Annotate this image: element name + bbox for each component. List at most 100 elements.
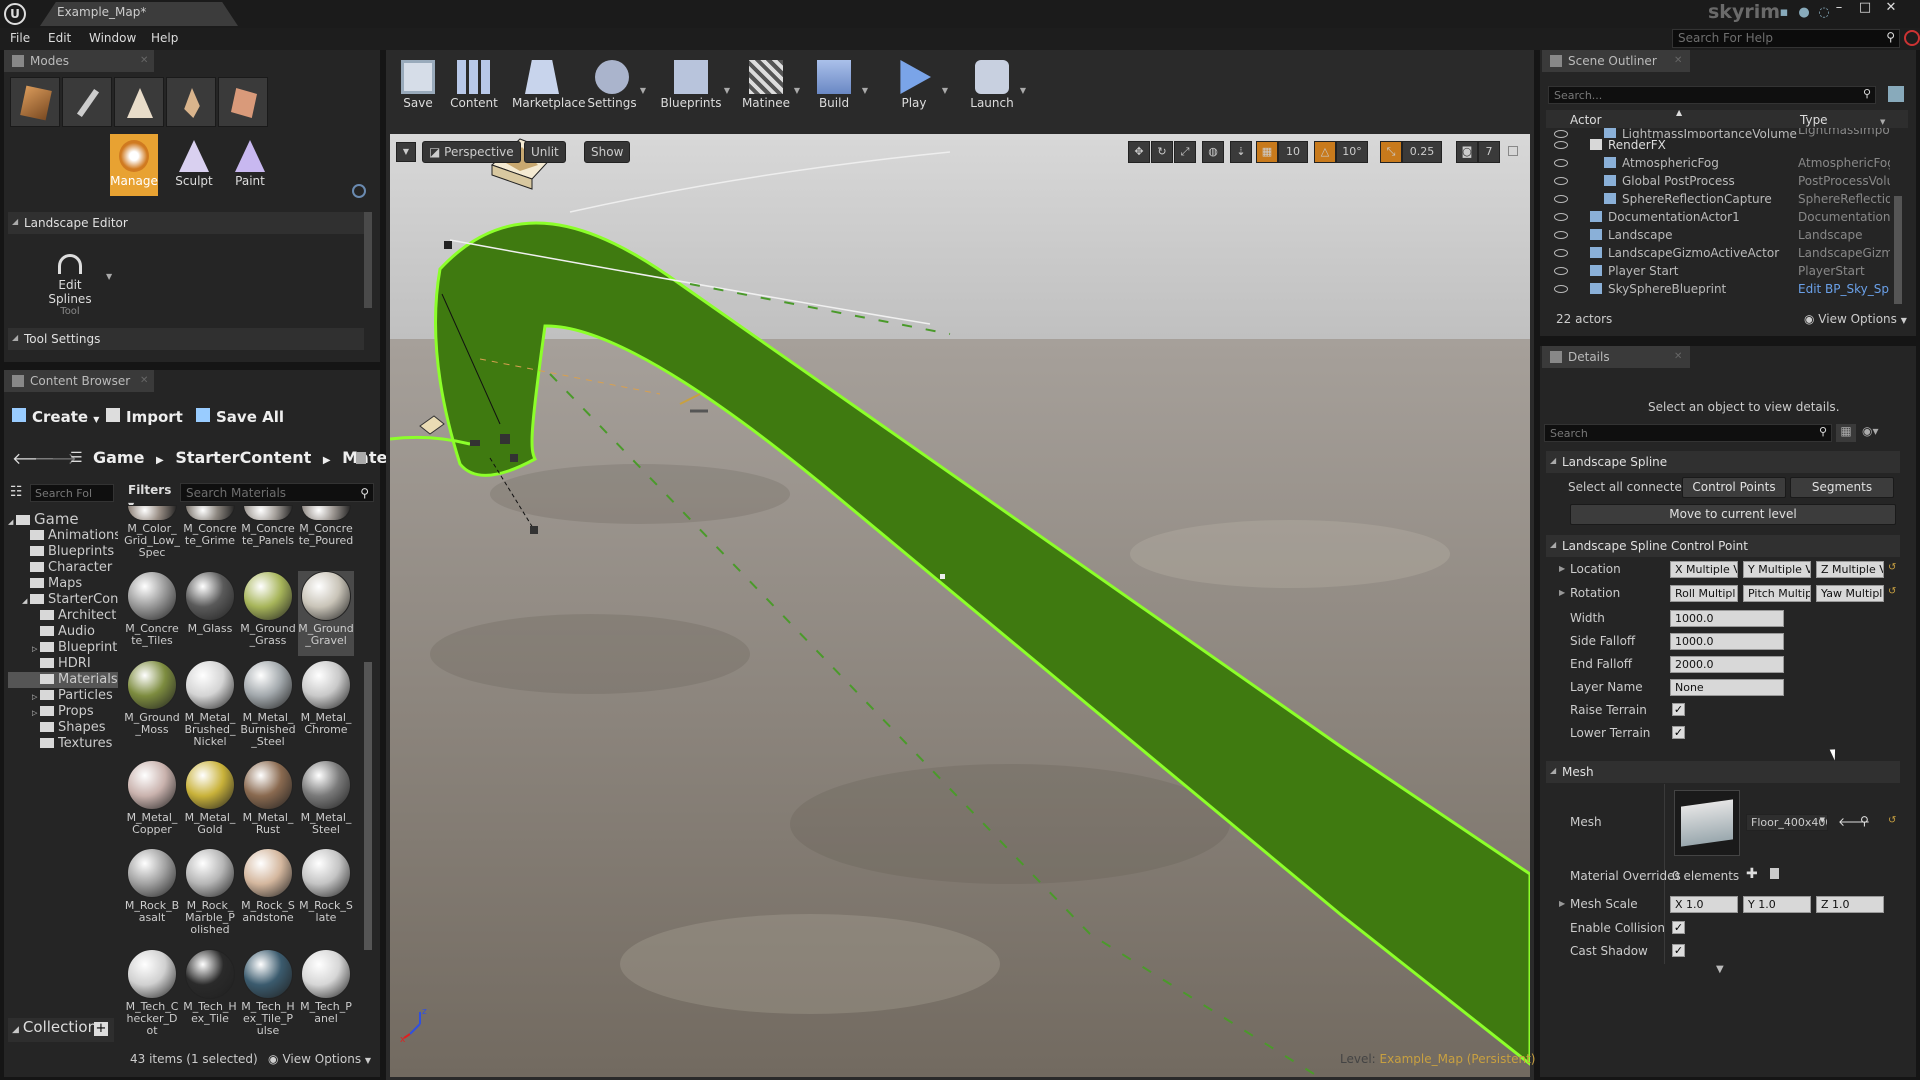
matinee-button[interactable]: Matinee ▼	[738, 52, 800, 120]
collapsed-arrow-icon[interactable]: ▷	[32, 709, 40, 717]
spline-control-point[interactable]	[470, 440, 480, 446]
paint-tool-button[interactable]: Paint	[226, 134, 274, 196]
outliner-row[interactable]: Global PostProcess PostProcessVolu	[1540, 174, 1890, 192]
control-point-section[interactable]: Landscape Spline Control Point	[1546, 535, 1900, 557]
expand-icon[interactable]: ▶	[1559, 564, 1565, 573]
reset-to-default-icon[interactable]: ↺	[1888, 815, 1896, 826]
outliner-row[interactable]: AtmosphericFog AtmosphericFog	[1540, 156, 1890, 174]
mesh-selector[interactable]: Floor_400x400 ▼	[1746, 814, 1828, 831]
close-tab-icon[interactable]: ✕	[140, 375, 148, 386]
location-z-field[interactable]: Z Multiple V	[1816, 561, 1884, 578]
blueprints-button[interactable]: Blueprints ▼	[658, 52, 730, 120]
visibility-eye-icon[interactable]	[1554, 130, 1568, 138]
show-button[interactable]: Show	[584, 141, 631, 163]
landscape-editor-section[interactable]: Landscape Editor	[8, 212, 364, 234]
details-search-input[interactable]: Search ⚲	[1544, 424, 1832, 442]
document-tab[interactable]: Example_Map*	[40, 2, 238, 26]
delete-elements-icon[interactable]	[1770, 868, 1779, 879]
asset-tile[interactable]: M_Tech_Panel	[298, 948, 354, 1045]
path-tree-icon[interactable]: ☰	[70, 450, 83, 466]
rotation-snap-value[interactable]: 10°	[1336, 141, 1368, 163]
landscape-mode-button[interactable]	[114, 77, 164, 127]
lock-icon[interactable]	[356, 452, 366, 464]
visibility-eye-icon[interactable]	[1554, 231, 1568, 239]
level-viewport[interactable]: z x	[390, 134, 1530, 1077]
folder-tree-item[interactable]: Materials	[8, 672, 118, 688]
advanced-expand-icon[interactable]: ▼	[1716, 964, 1724, 975]
folder-tree-item[interactable]: Maps	[8, 576, 118, 592]
perspective-button[interactable]: ◪ Perspective	[422, 141, 521, 163]
rotation-pitch-field[interactable]: Pitch Multip	[1743, 585, 1811, 602]
foliage-mode-button[interactable]	[166, 77, 216, 127]
enable-collision-checkbox[interactable]: ✓	[1672, 921, 1685, 934]
asset-tile[interactable]: M_Metal_Rust	[240, 759, 296, 844]
breadcrumb-startercontent[interactable]: StarterContent	[175, 448, 311, 467]
manage-tool-button[interactable]: Manage	[110, 134, 158, 196]
asset-tile[interactable]: M_Ground_Moss	[124, 659, 180, 756]
save-all-button[interactable]: Save All	[196, 408, 284, 426]
visibility-eye-icon[interactable]	[1554, 213, 1568, 221]
modes-scrollbar[interactable]	[364, 212, 372, 308]
world-local-icon[interactable]: ◍	[1202, 141, 1224, 163]
asset-tile[interactable]: M_Rock_Slate	[298, 848, 354, 944]
asset-tile[interactable]: M_Concrete_Grime	[182, 505, 238, 567]
collapsed-arrow-icon[interactable]: ▷	[32, 645, 40, 653]
asset-search-input[interactable]: Search Materials ⚲	[180, 483, 374, 502]
play-button[interactable]: Play ▼	[886, 52, 948, 120]
collapsed-arrow-icon[interactable]: ▷	[32, 693, 40, 701]
help-search-input[interactable]: Search For Help ⚲	[1672, 29, 1900, 48]
tool-settings-section[interactable]: Tool Settings	[8, 328, 364, 350]
rotation-roll-field[interactable]: Roll Multipl	[1670, 585, 1738, 602]
asset-tile[interactable]: M_Concrete_Panels	[240, 505, 296, 567]
visibility-eye-icon[interactable]	[1554, 195, 1568, 203]
asset-scrollbar[interactable]	[364, 662, 372, 950]
folder-tree-item[interactable]: Audio	[8, 624, 118, 640]
maximize-button[interactable]: □	[1852, 0, 1878, 18]
import-button[interactable]: Import	[106, 408, 183, 426]
chat-icon[interactable]: ▪	[1776, 5, 1792, 21]
cb-view-options-button[interactable]: ◉ View Options ▼	[268, 1052, 371, 1066]
mesh-scale-x-field[interactable]: X 1.0	[1670, 896, 1738, 913]
create-button[interactable]: Create ▼	[12, 408, 99, 426]
outliner-row[interactable]: SphereReflectionCapture SphereReflectionC	[1540, 192, 1890, 210]
paint-mode-button[interactable]	[62, 77, 112, 127]
dropdown-icon[interactable]: ▼	[724, 86, 730, 95]
folder-tree-item[interactable]: Animations	[8, 528, 118, 544]
folder-tree-item[interactable]: ◢ StarterCont	[8, 592, 118, 608]
scene-outliner-tab[interactable]: Scene Outliner ✕	[1542, 50, 1690, 72]
folder-search-input[interactable]: Search Fol	[30, 484, 114, 502]
mesh-scale-z-field[interactable]: Z 1.0	[1816, 896, 1884, 913]
launch-button[interactable]: Launch ▼	[964, 52, 1026, 120]
camera-speed-icon[interactable]: ◙	[1456, 141, 1478, 163]
location-y-field[interactable]: Y Multiple V	[1743, 561, 1811, 578]
folder-tree-item[interactable]: HDRI	[8, 656, 118, 672]
translate-icon[interactable]: ✥	[1128, 141, 1150, 163]
collections-header[interactable]: ◢ Collection +	[8, 1018, 114, 1042]
rotate-icon[interactable]: ↻	[1151, 141, 1173, 163]
outliner-row[interactable]: RenderFX	[1540, 138, 1890, 156]
dropdown-icon[interactable]: ▼	[794, 86, 800, 95]
column-actor[interactable]: Actor	[1570, 113, 1602, 127]
mesh-section[interactable]: Mesh	[1546, 761, 1900, 783]
browse-asset-icon[interactable]: ⚲	[1860, 814, 1869, 828]
add-element-icon[interactable]: ✚	[1746, 866, 1758, 882]
sources-toggle-icon[interactable]: ☷	[10, 484, 23, 500]
folder-tree-item[interactable]: Character	[8, 560, 118, 576]
outliner-row[interactable]: LightmassImportanceVolumeLightmassImport…	[1540, 128, 1890, 138]
content-button[interactable]: Content	[446, 52, 502, 120]
asset-tile[interactable]: M_Rock_Sandstone	[240, 848, 296, 944]
asset-tile[interactable]: M_Metal_Copper	[124, 759, 180, 844]
asset-tile[interactable]: M_Metal_Brushed_Nickel	[182, 659, 238, 756]
build-button[interactable]: Build ▼	[806, 52, 868, 120]
column-dropdown-icon[interactable]: ▼	[1880, 118, 1885, 126]
dropdown-icon[interactable]: ▼	[862, 86, 868, 95]
rotation-snap-icon[interactable]: △	[1314, 141, 1336, 163]
menu-file[interactable]: File	[10, 31, 30, 45]
place-mode-button[interactable]	[10, 77, 60, 127]
outliner-row[interactable]: LandscapeGizmoActiveActor LandscapeGizmo	[1540, 246, 1890, 264]
menu-window[interactable]: Window	[89, 31, 136, 45]
spline-control-point[interactable]	[510, 454, 518, 462]
width-field[interactable]: 1000.0	[1670, 610, 1784, 627]
mesh-scale-y-field[interactable]: Y 1.0	[1743, 896, 1811, 913]
actor-type[interactable]: Edit BP_Sky_Sph	[1798, 282, 1890, 296]
